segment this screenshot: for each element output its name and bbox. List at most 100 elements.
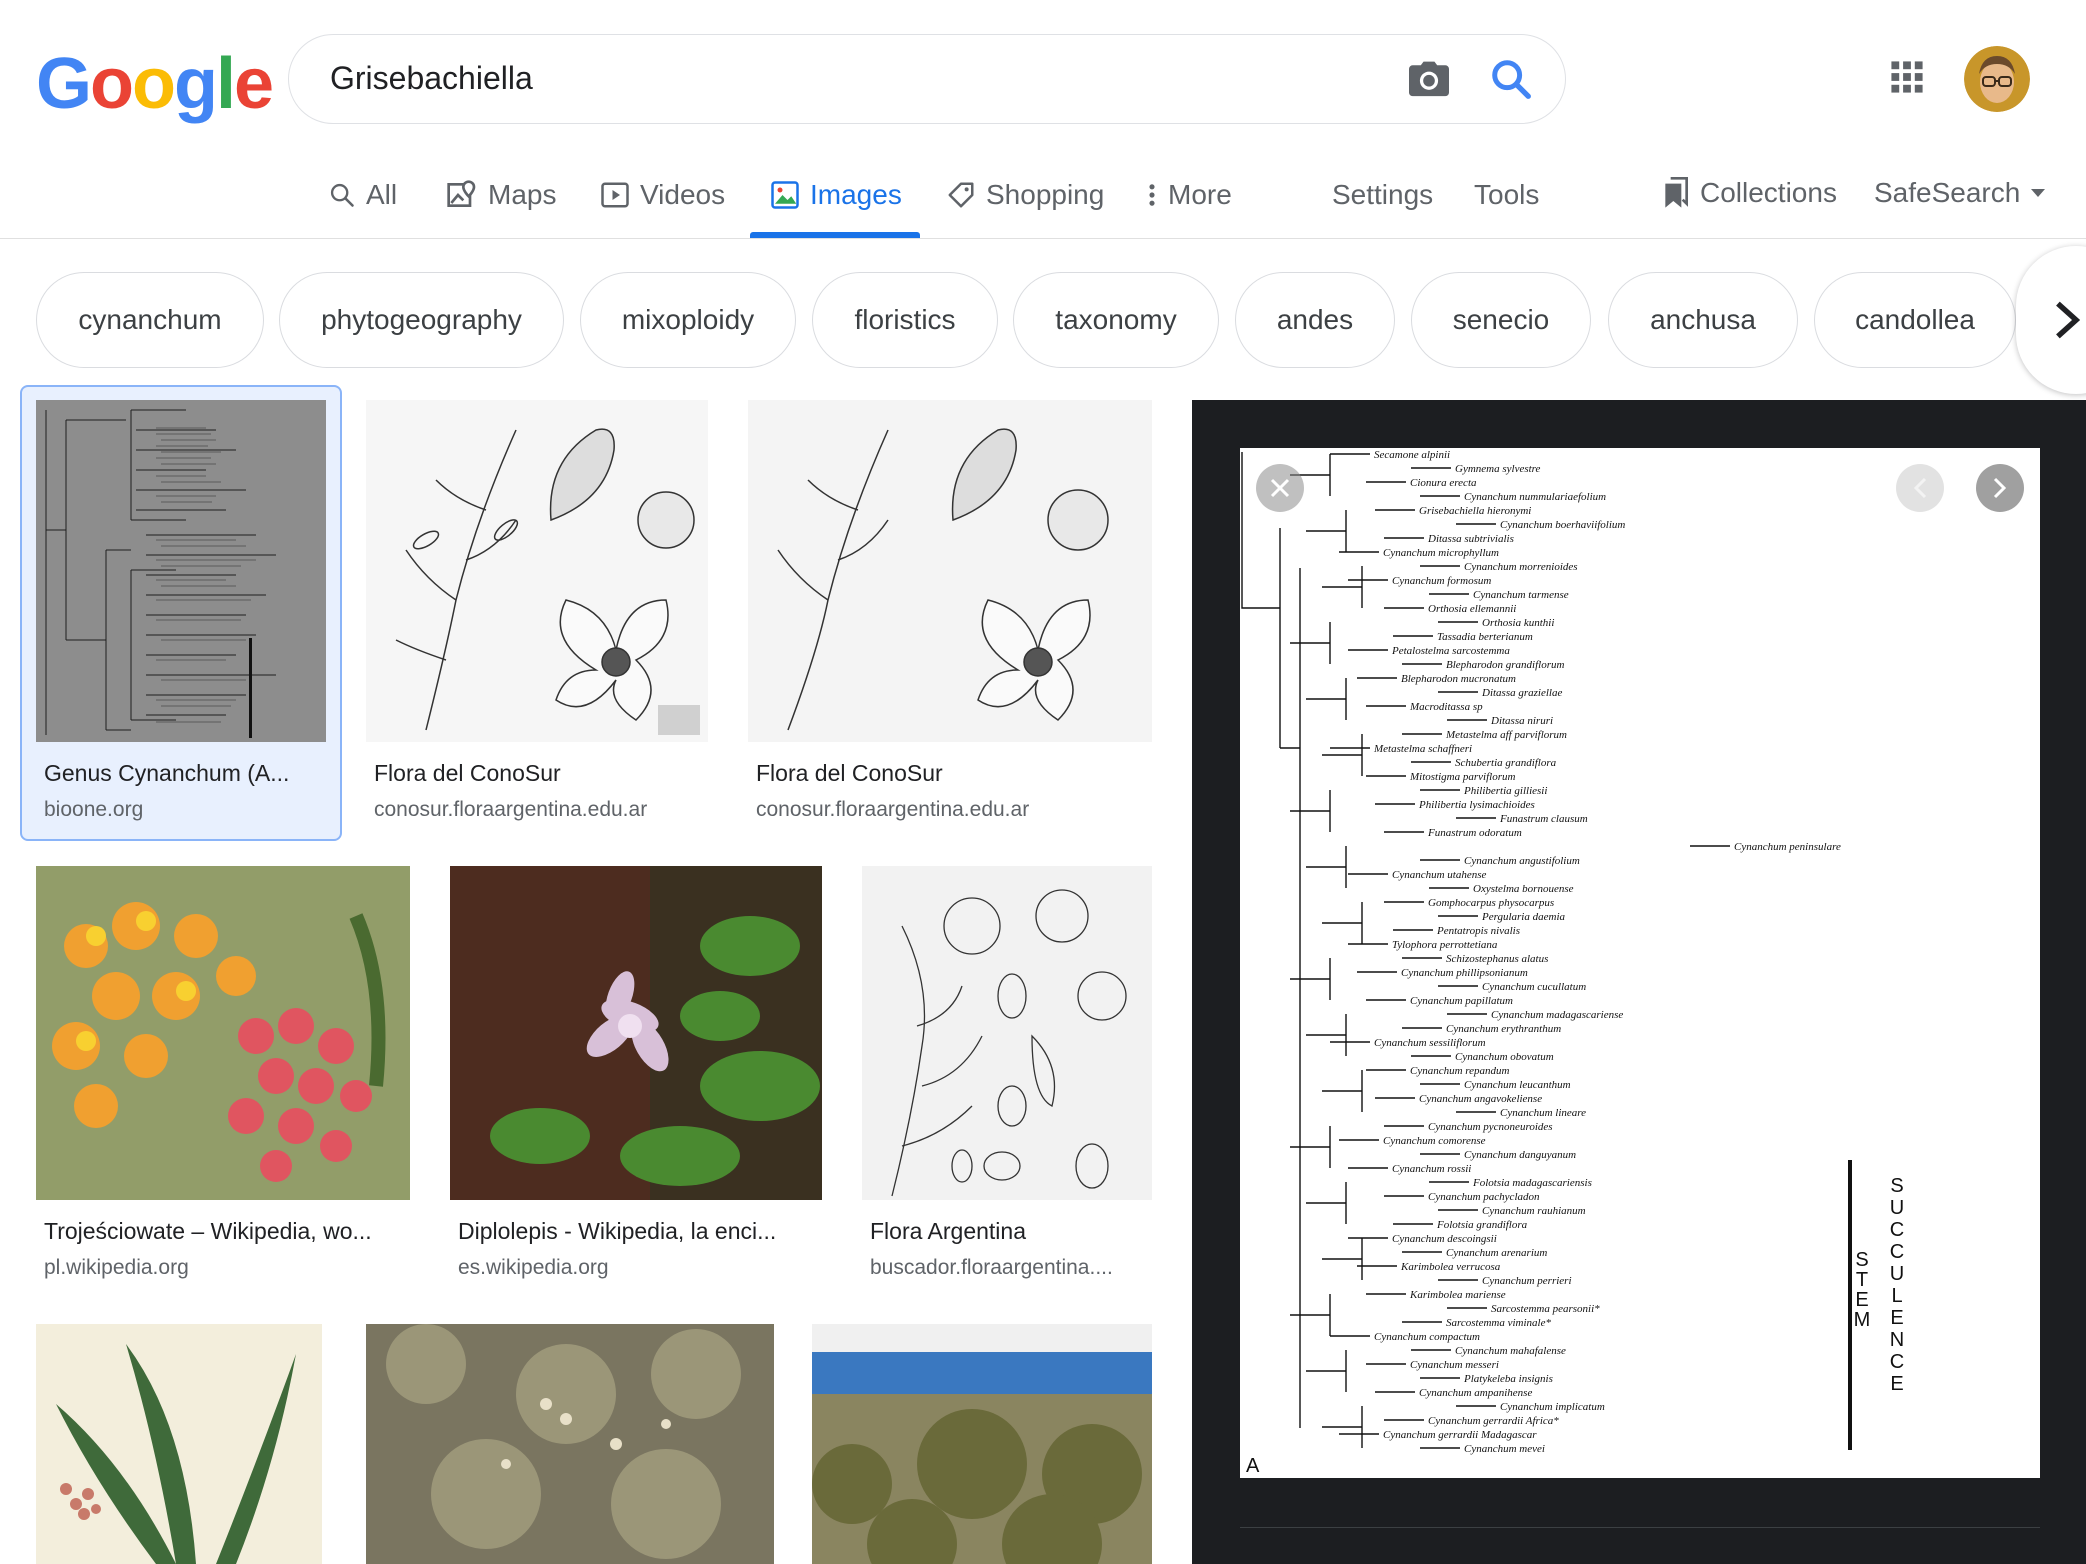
taxon-label: Cynanchum microphyllum (1383, 547, 1499, 559)
result-thumbnail-botanical-plate[interactable] (36, 1324, 322, 1564)
preview-image-cladogram[interactable]: Secamone alpinii Gymnema sylvestre Cionura… (1240, 448, 2040, 1478)
chip-floristics[interactable]: floristics (812, 272, 998, 368)
taxon-label: Gomphocarpus physocarpus (1428, 897, 1554, 909)
chevron-left-icon (1913, 477, 1927, 499)
taxon-label: Cynanchum nummulariaefolium (1464, 491, 1606, 503)
taxon-label: Oxystelma bornouense (1473, 883, 1574, 895)
taxon-label: Cynanchum gerrardii Africa* (1428, 1415, 1559, 1427)
result-title[interactable]: Genus Cynanchum (A... (44, 760, 329, 787)
succulence-letter: C (1890, 1351, 1904, 1373)
taxon-label: Cynanchum repandum (1410, 1065, 1510, 1077)
taxon-label: Orthosia ellemannii (1428, 603, 1516, 615)
taxon-label: Cynanchum pycnoneuroides (1428, 1121, 1553, 1133)
collections-label: Collections (1700, 177, 1837, 208)
safesearch-dropdown[interactable]: SafeSearch (1874, 168, 2046, 218)
taxon-label: Platykeleba insignis (1463, 1373, 1553, 1385)
chip-senecio[interactable]: senecio (1411, 272, 1591, 368)
succulence-letter: U (1890, 1197, 1904, 1219)
taxon-label: Cynanchum leucanthum (1464, 1079, 1571, 1091)
result-thumbnail-flora-plate[interactable] (862, 866, 1152, 1200)
taxon-label: Cynanchum messeri (1410, 1359, 1499, 1371)
chip-candollea[interactable]: candollea (1814, 272, 2016, 368)
next-image-button[interactable] (1976, 464, 2024, 512)
bookmark-icon (1665, 177, 1688, 208)
tab-label: Videos (640, 179, 726, 210)
taxon-label: Cynanchum phillipsonianum (1401, 967, 1528, 979)
tab-shopping[interactable]: Shopping (946, 170, 1104, 220)
camera-icon[interactable] (1406, 58, 1452, 98)
taxon-label: Cynanchum gerrardii Madagascar (1383, 1429, 1537, 1441)
tab-more[interactable]: More (1146, 170, 1232, 220)
chip-taxonomy[interactable]: taxonomy (1013, 272, 1219, 368)
taxon-label: Philibertia lysimachioides (1418, 799, 1535, 811)
google-logo[interactable]: Google (36, 44, 274, 124)
chips-scroll-right-button[interactable] (2016, 246, 2086, 394)
taxon-label: Cynanchum sessiliflorum (1374, 1037, 1486, 1049)
taxon-label: Cynanchum implicatum (1500, 1401, 1605, 1413)
taxon-label: Funastrum odoratum (1427, 827, 1522, 839)
close-icon (1270, 478, 1290, 498)
chip-mixoploidy[interactable]: mixoploidy (580, 272, 796, 368)
search-input[interactable]: Grisebachiella (330, 58, 533, 98)
result-thumbnail-white-flower[interactable] (450, 866, 822, 1200)
result-thumbnail-landscape[interactable] (812, 1324, 1152, 1564)
result-thumbnail-orange-flowers[interactable] (36, 866, 410, 1200)
taxon-label: Karimbolea verrucosa (1400, 1261, 1501, 1273)
chip-andes[interactable]: andes (1235, 272, 1395, 368)
taxon-label: Macroditassa sp (1409, 701, 1483, 713)
result-title[interactable]: Trojeściowate – Wikipedia, wo... (44, 1218, 414, 1245)
settings-link[interactable]: Settings (1332, 170, 1433, 220)
previous-image-button[interactable] (1896, 464, 1944, 512)
apps-grid-icon[interactable] (1890, 60, 1924, 94)
result-thumbnail-botanical-drawing-2[interactable] (748, 400, 1152, 742)
taxon-label: Cynanchum papillatum (1410, 995, 1513, 1007)
result-title[interactable]: Flora Argentina (870, 1218, 1152, 1245)
tools-link[interactable]: Tools (1474, 170, 1539, 220)
tab-label: Images (810, 179, 902, 210)
logo-letter: G (36, 44, 92, 124)
taxon-label: Cynanchum boerhaviifolium (1500, 519, 1625, 531)
taxon-label: Schubertia grandiflora (1455, 757, 1557, 769)
taxon-label: Schizostephanus alatus (1446, 953, 1548, 965)
result-title[interactable]: Flora del ConoSur (756, 760, 1146, 787)
safesearch-label: SafeSearch (1874, 177, 2021, 208)
result-source: conosur.floraargentina.edu.ar (756, 798, 1030, 821)
tab-maps[interactable]: Maps (446, 170, 556, 220)
chevron-right-icon (2056, 301, 2080, 339)
succulence-letter: E (1890, 1307, 1903, 1329)
logo-letter: e (233, 44, 274, 124)
chip-anchusa[interactable]: anchusa (1608, 272, 1798, 368)
chip-cynanchum[interactable]: cynanchum (36, 272, 264, 368)
taxon-label: Karimbolea mariense (1409, 1289, 1506, 1301)
avatar[interactable] (1964, 46, 2030, 112)
result-source: buscador.floraargentina.... (870, 1256, 1113, 1279)
taxon-label: Ditassa niruri (1490, 715, 1553, 727)
result-thumbnail-cladogram[interactable] (36, 400, 326, 742)
result-title[interactable]: Diplolepis - Wikipedia, la enci... (458, 1218, 822, 1245)
result-source: pl.wikipedia.org (44, 1256, 189, 1279)
taxon-label: Tassadia berterianum (1437, 631, 1533, 643)
tab-videos[interactable]: Videos (600, 170, 725, 220)
collections-link[interactable]: Collections (1662, 168, 1837, 218)
taxon-label: Sarcostemma pearsonii* (1491, 1303, 1600, 1315)
taxon-label: Cynanchum morrenioides (1464, 561, 1578, 573)
chip-phytogeography[interactable]: phytogeography (279, 272, 564, 368)
taxon-label: Cynanchum erythranthum (1446, 1023, 1561, 1035)
taxon-label: Cynanchum ampanihense (1419, 1387, 1532, 1399)
tab-label: More (1168, 179, 1232, 210)
result-thumbnail-shrub[interactable] (366, 1324, 774, 1564)
search-icon[interactable] (1488, 56, 1534, 102)
stem-letter: M (1854, 1309, 1871, 1331)
taxon-label: Pergularia daemia (1481, 911, 1565, 923)
tab-all[interactable]: All (328, 170, 397, 220)
taxon-label: Blepharodon grandiflorum (1446, 659, 1565, 671)
taxon-label: Cynanchum angustifolium (1464, 855, 1580, 867)
result-thumbnail-botanical-drawing[interactable] (366, 400, 708, 742)
tab-label: Shopping (986, 179, 1105, 210)
result-title[interactable]: Flora del ConoSur (374, 760, 714, 787)
close-preview-button[interactable] (1256, 464, 1304, 512)
taxon-label: Folotsia grandiflora (1436, 1219, 1528, 1231)
taxon-label: Cynanchum madagascariense (1491, 1009, 1623, 1021)
taxon-label: Cynanchum rossii (1392, 1163, 1471, 1175)
tab-images[interactable]: Images (770, 170, 902, 220)
